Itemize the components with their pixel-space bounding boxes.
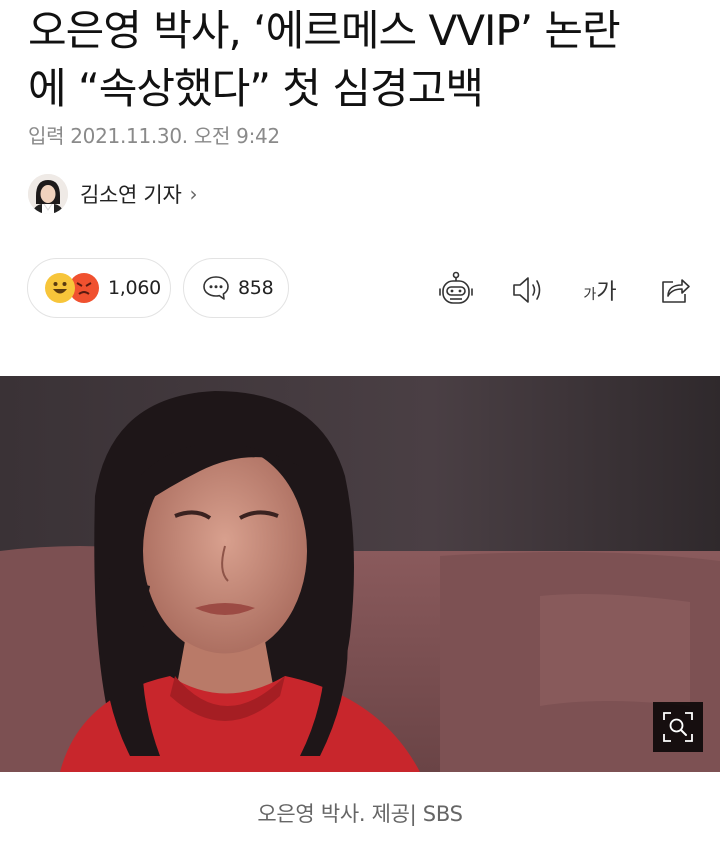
font-size-button[interactable]: 가 가 <box>578 268 622 312</box>
smile-emoji-icon <box>45 273 75 303</box>
publish-date: 입력 2021.11.30. 오전 9:42 <box>28 124 280 148</box>
comment-bubble-icon <box>202 275 230 301</box>
comment-button[interactable]: 858 <box>183 258 289 318</box>
photo-image <box>0 376 720 772</box>
photo-zoom-button[interactable] <box>653 702 703 752</box>
headline-line-2: 에 “속상했다” 첫 심경고백 <box>28 64 484 113</box>
comment-count: 858 <box>238 277 274 299</box>
speaker-icon <box>510 274 546 306</box>
share-button[interactable] <box>653 268 697 312</box>
article-headline: 오은영 박사, ‘에르메스 VVIP’ 논란 에 “속상했다” 첫 심경고백 <box>28 2 708 118</box>
robot-summary-icon <box>436 270 476 310</box>
reporter-avatar <box>28 174 68 214</box>
photo-caption: 오은영 박사. 제공| SBS <box>257 802 463 826</box>
chevron-right-icon: › <box>189 182 198 206</box>
reporter-link[interactable]: 김소연 기자 › <box>28 172 197 216</box>
summary-bot-button[interactable] <box>434 268 478 312</box>
share-icon <box>658 274 692 306</box>
reaction-count: 1,060 <box>108 277 161 299</box>
reporter-name: 김소연 기자 <box>80 183 182 207</box>
zoom-icon <box>662 711 694 743</box>
reaction-button[interactable]: 1,060 <box>27 258 171 318</box>
text-to-speech-button[interactable] <box>506 268 550 312</box>
font-size-large-label: 가 <box>596 280 617 305</box>
font-size-small-label: 가 <box>583 287 597 303</box>
headline-line-1: 오은영 박사, ‘에르메스 VVIP’ 논란 <box>28 6 621 55</box>
article-photo[interactable] <box>0 376 720 772</box>
